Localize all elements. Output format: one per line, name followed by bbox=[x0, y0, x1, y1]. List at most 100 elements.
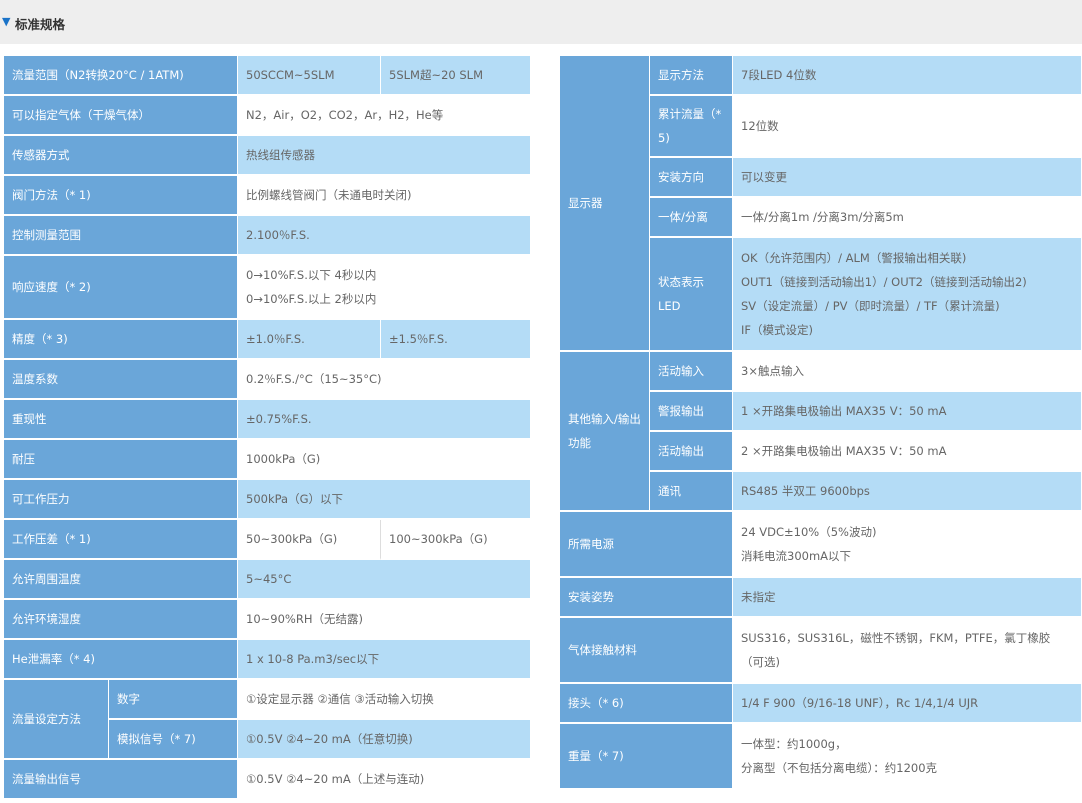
row-setting-digital: 流量设定方法 数字 ①设定显示器 ②通信 ③活动输入切换 bbox=[4, 680, 531, 760]
label-gases: 可以指定气体（干燥气体） bbox=[4, 96, 238, 136]
row-active-in: 其他输入/输出功能 活动输入 3×触点输入 bbox=[560, 352, 1082, 512]
label-output: 流量输出信号 bbox=[4, 760, 238, 800]
label-joint: 接头（* 6) bbox=[560, 684, 733, 724]
section-header: ▼ 标准规格 bbox=[0, 0, 1082, 44]
label-control-range: 控制测量范围 bbox=[4, 216, 238, 256]
weight-line-2: 分离型（不包括分离电缆）：约1200克 bbox=[741, 761, 938, 775]
value-accuracy-1: ±1.0％F.S. bbox=[238, 320, 381, 360]
label-ambient-temp: 允许周围温度 bbox=[4, 560, 238, 600]
power-line-2: 消耗电流300mA以下 bbox=[741, 549, 852, 563]
row-display-method: 显示器 显示方法 7段LED 4位数 bbox=[560, 56, 1082, 352]
row-pressure-res: 耐压 1000kPa（G) bbox=[4, 440, 531, 480]
label-temp-coef: 温度系数 bbox=[4, 360, 238, 400]
value-setting-digital: ①设定显示器 ②通信 ③活动输入切换 bbox=[238, 680, 531, 720]
row-diff-pressure: 工作压差（* 1) 50~300kPa（G) 100~300kPa（G) bbox=[4, 520, 531, 560]
status-led-line-4: IF（模式设定) bbox=[741, 323, 813, 337]
power-line-1: 24 VDC±10%（5%波动) bbox=[741, 525, 877, 539]
value-flow-range-1: 50SCCM~5SLM bbox=[238, 56, 381, 96]
row-output: 流量输出信号 ①0.5V ②4~20 mA（上述与连动) bbox=[4, 760, 531, 800]
value-response: 0→10%F.S.以下 4秒以内 0→10%F.S.以上 2秒以内 bbox=[238, 256, 531, 320]
value-power: 24 VDC±10%（5%波动) 消耗电流300mA以下 bbox=[733, 512, 1082, 578]
value-flow-range-2: 5SLM超~20 SLM bbox=[381, 56, 531, 96]
label-humidity: 允许环境湿度 bbox=[4, 600, 238, 640]
label-setting: 流量设定方法 bbox=[4, 680, 109, 760]
label-accuracy: 精度（* 3) bbox=[4, 320, 238, 360]
status-led-line-2: OUT1（链接到活动输出1）/ OUT2（链接到活动输出2) bbox=[741, 275, 1027, 289]
row-joint: 接头（* 6) 1/4 F 900（9/16-18 UNF），Rc 1/4,1/… bbox=[560, 684, 1082, 724]
value-pressure-res: 1000kPa（G) bbox=[238, 440, 531, 480]
row-valve: 阀门方法（* 1) 比例螺线管阀门（未通电时关闭) bbox=[4, 176, 531, 216]
response-line-1: 0→10%F.S.以下 4秒以内 bbox=[246, 268, 377, 282]
triangle-down-icon: ▼ bbox=[2, 15, 11, 28]
value-accuracy-2: ±1.5％F.S. bbox=[381, 320, 531, 360]
value-valve: 比例螺线管阀门（未通电时关闭) bbox=[238, 176, 531, 216]
value-humidity: 10~90%RH（无结露) bbox=[238, 600, 531, 640]
label-setting-digital: 数字 bbox=[109, 680, 238, 720]
label-alarm-out: 警报输出 bbox=[650, 392, 733, 432]
label-cumulative: 累计流量（* 5) bbox=[650, 96, 733, 158]
label-display-method: 显示方法 bbox=[650, 56, 733, 96]
value-diff-pressure-2: 100~300kPa（G) bbox=[381, 520, 531, 560]
label-sensor: 传感器方式 bbox=[4, 136, 238, 176]
row-leak: He泄漏率（* 4) 1 x 10-8 Pa.m3/sec以下 bbox=[4, 640, 531, 680]
value-display-method: 7段LED 4位数 bbox=[733, 56, 1082, 96]
section-title: 标准规格 bbox=[15, 17, 66, 32]
weight-line-1: 一体型：约1000g， bbox=[741, 737, 847, 751]
value-cumulative: 12位数 bbox=[733, 96, 1082, 158]
value-sensor: 热线组传感器 bbox=[238, 136, 531, 176]
label-display: 显示器 bbox=[560, 56, 650, 352]
label-separation: 一体/分离 bbox=[650, 198, 733, 238]
row-gases: 可以指定气体（干燥气体） N2，Air，O2，CO2，Ar，H2，He等 bbox=[4, 96, 531, 136]
label-active-in: 活动输入 bbox=[650, 352, 733, 392]
response-line-2: 0→10%F.S.以上 2秒以内 bbox=[246, 292, 377, 306]
value-comm: RS485 半双工 9600bps bbox=[733, 472, 1082, 512]
row-flow-range: 流量范围（N2转换20°C / 1ATM) 50SCCM~5SLM 5SLM超~… bbox=[4, 56, 531, 96]
label-work-pressure: 可工作压力 bbox=[4, 480, 238, 520]
status-led-line-3: SV（设定流量）/ PV（即时流量）/ TF（累计流量) bbox=[741, 299, 1000, 313]
row-power: 所需电源 24 VDC±10%（5%波动) 消耗电流300mA以下 bbox=[560, 512, 1082, 578]
value-setting-analog: ①0.5V ②4~20 mA（任意切换) bbox=[238, 720, 531, 760]
label-power: 所需电源 bbox=[560, 512, 733, 578]
value-separation: 一体/分离1m /分离3m/分离5m bbox=[733, 198, 1082, 238]
value-status-led: OK（允许范围内）/ ALM（警报输出相关联) OUT1（链接到活动输出1）/ … bbox=[733, 238, 1082, 352]
value-leak: 1 x 10-8 Pa.m3/sec以下 bbox=[238, 640, 531, 680]
label-repeat: 重现性 bbox=[4, 400, 238, 440]
row-control-range: 控制测量范围 2.100％F.S. bbox=[4, 216, 531, 256]
label-material: 气体接触材料 bbox=[560, 618, 733, 684]
row-ambient-temp: 允许周围温度 5~45°C bbox=[4, 560, 531, 600]
value-repeat: ±0.75%F.S. bbox=[238, 400, 531, 440]
status-led-line-1: OK（允许范围内）/ ALM（警报输出相关联) bbox=[741, 251, 967, 265]
value-active-out: 2 ×开路集电极输出 MAX35 V：50 mA bbox=[733, 432, 1082, 472]
spec-table-right: 显示器 显示方法 7段LED 4位数 累计流量（* 5) 12位数 安装方向 可… bbox=[560, 56, 1082, 790]
value-material: SUS316，SUS316L，磁性不锈钢，FKM，PTFE，氯丁橡胶（可选) bbox=[733, 618, 1082, 684]
spec-table-left: 流量范围（N2转换20°C / 1ATM) 50SCCM~5SLM 5SLM超~… bbox=[4, 56, 531, 800]
row-posture: 安装姿势 未指定 bbox=[560, 578, 1082, 618]
value-alarm-out: 1 ×开路集电极输出 MAX35 V：50 mA bbox=[733, 392, 1082, 432]
row-work-pressure: 可工作压力 500kPa（G）以下 bbox=[4, 480, 531, 520]
value-diff-pressure-1: 50~300kPa（G) bbox=[238, 520, 381, 560]
label-install-dir: 安装方向 bbox=[650, 158, 733, 198]
row-temp-coef: 温度系数 0.2％F.S./°C（15~35°C) bbox=[4, 360, 531, 400]
row-repeat: 重现性 ±0.75%F.S. bbox=[4, 400, 531, 440]
row-humidity: 允许环境湿度 10~90%RH（无结露) bbox=[4, 600, 531, 640]
value-weight: 一体型：约1000g， 分离型（不包括分离电缆）：约1200克 bbox=[733, 724, 1082, 790]
label-pressure-res: 耐压 bbox=[4, 440, 238, 480]
value-active-in: 3×触点输入 bbox=[733, 352, 1082, 392]
value-install-dir: 可以变更 bbox=[733, 158, 1082, 198]
value-work-pressure: 500kPa（G）以下 bbox=[238, 480, 531, 520]
label-posture: 安装姿势 bbox=[560, 578, 733, 618]
label-setting-analog: 模拟信号（* 7) bbox=[109, 720, 238, 760]
row-weight: 重量（* 7) 一体型：约1000g， 分离型（不包括分离电缆）：约1200克 bbox=[560, 724, 1082, 790]
label-leak: He泄漏率（* 4) bbox=[4, 640, 238, 680]
label-io: 其他输入/输出功能 bbox=[560, 352, 650, 512]
row-response: 响应速度（* 2) 0→10%F.S.以下 4秒以内 0→10%F.S.以上 2… bbox=[4, 256, 531, 320]
value-control-range: 2.100％F.S. bbox=[238, 216, 531, 256]
row-material: 气体接触材料 SUS316，SUS316L，磁性不锈钢，FKM，PTFE，氯丁橡… bbox=[560, 618, 1082, 684]
label-status-led: 状态表示LED bbox=[650, 238, 733, 352]
label-comm: 通讯 bbox=[650, 472, 733, 512]
value-joint: 1/4 F 900（9/16-18 UNF），Rc 1/4,1/4 UJR bbox=[733, 684, 1082, 724]
label-response: 响应速度（* 2) bbox=[4, 256, 238, 320]
value-posture: 未指定 bbox=[733, 578, 1082, 618]
label-diff-pressure: 工作压差（* 1) bbox=[4, 520, 238, 560]
label-active-out: 活动输出 bbox=[650, 432, 733, 472]
